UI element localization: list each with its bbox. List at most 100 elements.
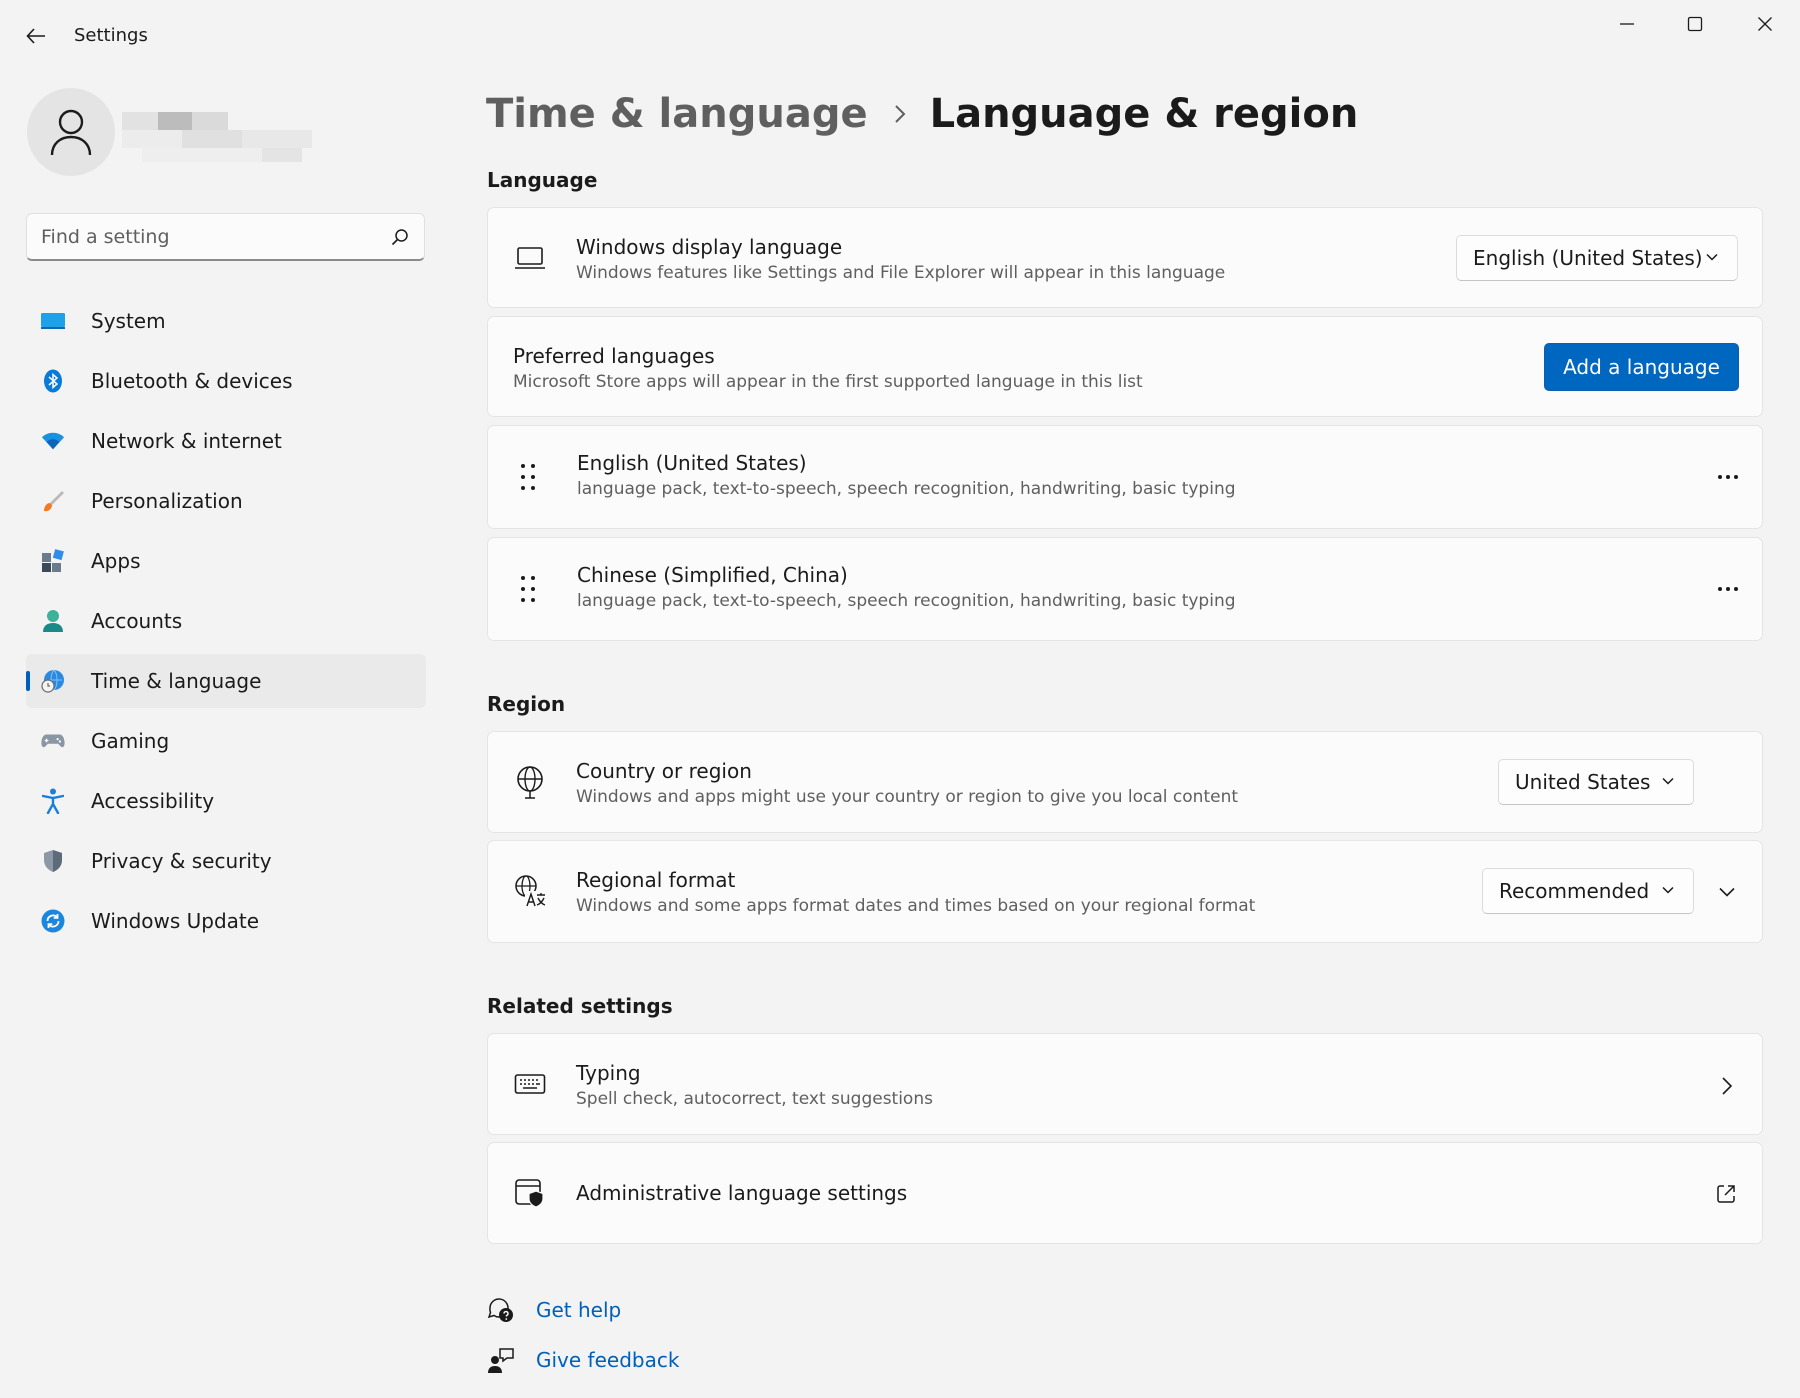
dropdown-value: Recommended [1499,879,1650,903]
breadcrumb-parent-link[interactable]: Time & language [486,91,868,137]
minimize-icon [1620,23,1634,25]
regional-format-card[interactable]: Regional format Windows and some apps fo… [487,840,1763,943]
bluetooth-icon [41,369,65,393]
arrow-left-icon [26,28,45,44]
chevron-right-icon [894,104,906,124]
maximize-icon [1687,16,1703,32]
country-region-title: Country or region [576,759,752,783]
chevron-down-icon [1706,253,1718,261]
search-icon[interactable] [390,227,410,247]
accessibility-icon [41,788,65,814]
country-region-card: Country or region Windows and apps might… [487,731,1763,833]
sidebar-item-label: Accounts [91,609,183,633]
sidebar-item-time-language[interactable]: Time & language [26,654,426,708]
person-outline-icon [50,109,92,156]
minimize-button[interactable] [1592,0,1662,48]
more-horizontal-icon [1718,587,1738,591]
breadcrumb: Time & language Language & region [486,84,1358,144]
open-external-icon [1717,1185,1735,1203]
sidebar-item-personalization[interactable]: Personalization [26,474,426,528]
regional-format-dropdown[interactable]: Recommended [1482,868,1694,914]
display-language-dropdown[interactable]: English (United States) [1456,235,1738,281]
more-options-button[interactable] [1708,457,1748,497]
regional-format-title: Regional format [576,868,736,892]
person-icon [41,609,65,633]
country-region-description: Windows and apps might use your country … [576,787,1239,807]
brush-icon [41,489,65,513]
language-name: English (United States) [577,451,807,475]
admin-language-title: Administrative language settings [576,1181,908,1205]
regional-format-description: Windows and some apps format dates and t… [576,896,1256,916]
dropdown-value: English (United States) [1473,246,1703,270]
sidebar-item-privacy[interactable]: Privacy & security [26,834,426,888]
display-language-card: Windows display language Windows feature… [487,207,1763,308]
page-title: Language & region [929,91,1359,137]
title-bar: Settings [0,0,1800,72]
sidebar-item-accessibility[interactable]: Accessibility [26,774,426,828]
get-help-label: Get help [536,1298,622,1322]
display-language-title: Windows display language [576,235,843,259]
drag-handle-icon[interactable] [518,462,538,492]
language-features: language pack, text-to-speech, speech re… [577,479,1236,499]
sidebar-item-label: Network & internet [91,429,282,453]
expand-button[interactable] [1707,872,1747,912]
chevron-right-icon [1722,1077,1733,1095]
system-icon [41,309,65,333]
typing-description: Spell check, autocorrect, text suggestio… [576,1089,933,1109]
search-input[interactable] [41,224,381,250]
close-icon [1758,17,1772,31]
dropdown-value: United States [1515,770,1651,794]
display-language-description: Windows features like Settings and File … [576,263,1226,283]
chevron-down-icon [1719,887,1735,897]
sidebar-item-accounts[interactable]: Accounts [26,594,426,648]
section-heading-region: Region [487,692,566,716]
sidebar-item-label: Personalization [91,489,243,513]
sidebar-item-network[interactable]: Network & internet [26,414,426,468]
drag-handle-icon[interactable] [518,574,538,604]
globe-language-icon [513,874,547,908]
section-heading-language: Language [487,168,598,192]
get-help-link[interactable]: Get help [486,1294,621,1326]
sidebar-item-windows-update[interactable]: Windows Update [26,894,426,948]
sidebar-item-gaming[interactable]: Gaming [26,714,426,768]
language-features: language pack, text-to-speech, speech re… [577,591,1236,611]
more-options-button[interactable] [1708,569,1748,609]
sidebar-item-bluetooth[interactable]: Bluetooth & devices [26,354,426,408]
back-button[interactable] [18,20,54,52]
wifi-icon [41,429,65,453]
update-icon [41,909,65,933]
give-feedback-label: Give feedback [536,1348,680,1372]
give-feedback-link[interactable]: Give feedback [486,1344,679,1376]
admin-shield-window-icon [513,1176,547,1210]
preferred-languages-title: Preferred languages [513,344,715,368]
more-horizontal-icon [1718,475,1738,479]
language-name: Chinese (Simplified, China) [577,563,848,587]
sidebar-item-label: Privacy & security [91,849,272,873]
maximize-button[interactable] [1660,0,1730,48]
laptop-icon [513,241,547,275]
admin-language-card[interactable]: Administrative language settings [487,1142,1763,1244]
preferred-languages-description: Microsoft Store apps will appear in the … [513,372,1143,392]
help-chat-icon [486,1295,516,1325]
close-button[interactable] [1730,0,1800,48]
sidebar-item-system[interactable]: System [26,294,426,348]
preferred-languages-card: Preferred languages Microsoft Store apps… [487,316,1763,417]
country-region-dropdown[interactable]: United States [1498,759,1694,805]
typing-title: Typing [576,1061,641,1085]
feedback-icon [486,1345,516,1375]
avatar[interactable] [27,88,115,176]
gamepad-icon [41,729,65,753]
sidebar-item-apps[interactable]: Apps [26,534,426,588]
typing-card[interactable]: Typing Spell check, autocorrect, text su… [487,1033,1763,1135]
globe-icon [513,765,547,799]
sidebar-item-label: Gaming [91,729,170,753]
add-language-button[interactable]: Add a language [1544,343,1739,391]
language-item-english[interactable]: English (United States) language pack, t… [487,425,1763,529]
sidebar-item-label: Time & language [91,669,262,693]
search-box[interactable] [26,213,425,261]
sidebar-item-label: Apps [91,549,141,573]
sidebar-item-label: System [91,309,166,333]
chevron-down-icon [1662,886,1674,894]
language-item-chinese[interactable]: Chinese (Simplified, China) language pac… [487,537,1763,641]
sidebar-item-label: Windows Update [91,909,260,933]
